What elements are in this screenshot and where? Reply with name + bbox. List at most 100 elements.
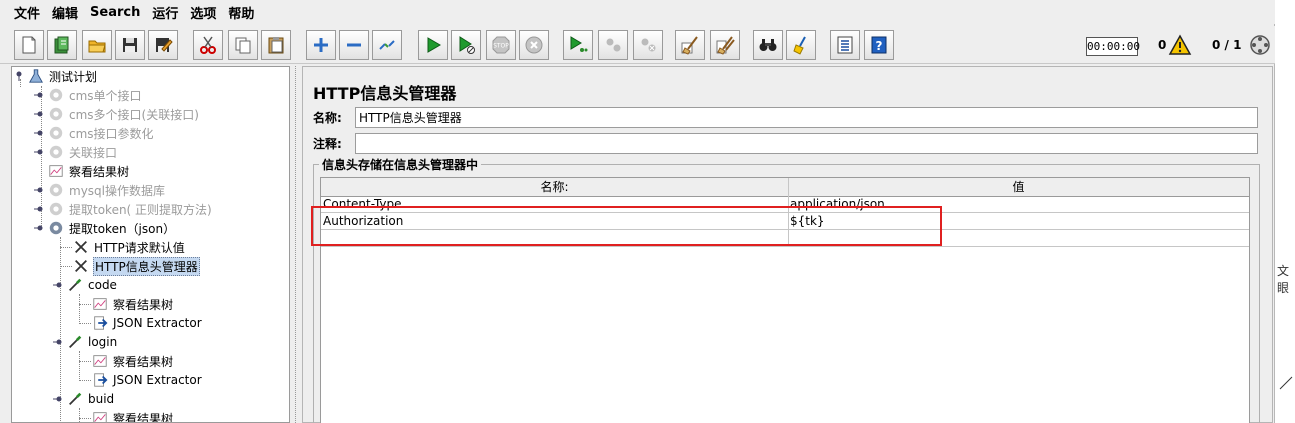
tree-item-thread-group[interactable]: 提取token( 正则提取方法)	[34, 200, 213, 218]
name-input[interactable]	[355, 107, 1258, 128]
stop-button[interactable]: STOP	[486, 30, 516, 60]
copy-button[interactable]	[228, 30, 258, 60]
menu-file[interactable]: 文件	[14, 3, 40, 22]
start-no-pause-button[interactable]	[451, 30, 481, 60]
tree-item-config[interactable]: HTTP信息头管理器	[72, 256, 200, 276]
gear-icon	[47, 86, 65, 104]
menu-help[interactable]: 帮助	[228, 3, 254, 22]
menu-edit[interactable]: 编辑	[52, 3, 78, 22]
header-name-cell[interactable]: Authorization	[321, 214, 788, 230]
search-button[interactable]	[753, 30, 783, 60]
tree-item-extractor[interactable]: JSON Extractor	[91, 371, 203, 389]
expand-button[interactable]	[306, 30, 336, 60]
column-header-value[interactable]: 值	[788, 178, 1249, 197]
tree-collapsed-handle-icon[interactable]	[34, 90, 44, 100]
tree-item-listener[interactable]: 察看结果树	[91, 352, 174, 370]
tree-item-config[interactable]: HTTP请求默认值	[72, 238, 186, 256]
tree-expanded-handle-icon[interactable]	[34, 223, 44, 233]
column-header-name[interactable]: 名称:	[321, 178, 788, 197]
header-name-cell[interactable]: Content-Type	[321, 197, 788, 213]
tree-expanded-handle-icon[interactable]	[14, 71, 24, 81]
tree-collapsed-handle-icon[interactable]	[34, 204, 44, 214]
table-row[interactable]: Content-Type application/json	[321, 197, 1249, 213]
shutdown-button[interactable]	[519, 30, 549, 60]
help-button[interactable]: ?	[864, 30, 894, 60]
start-button[interactable]	[418, 30, 448, 60]
gear-icon	[47, 105, 65, 123]
new-button[interactable]	[14, 30, 44, 60]
menu-run[interactable]: 运行	[152, 3, 178, 22]
tree-item-thread-group[interactable]: mysql操作数据库	[34, 181, 166, 199]
header-value-cell[interactable]: application/json	[788, 197, 1249, 213]
tree-item-listener[interactable]: 察看结果树	[91, 295, 174, 313]
tree-item-label: buid	[88, 392, 115, 406]
tree-collapsed-handle-icon[interactable]	[34, 185, 44, 195]
function-helper-button[interactable]	[830, 30, 860, 60]
tree-collapsed-handle-icon[interactable]	[34, 128, 44, 138]
tree-item-label: login	[88, 335, 118, 349]
comment-input[interactable]	[355, 133, 1258, 154]
clear-button[interactable]	[675, 30, 705, 60]
tree-item-listener[interactable]: 察看结果树	[47, 162, 130, 180]
background-window-edge	[1277, 0, 1295, 30]
tree-item-listener[interactable]: 察看结果树	[91, 409, 174, 422]
table-row[interactable]	[321, 231, 1249, 247]
paste-button[interactable]	[261, 30, 291, 60]
tree-item-sampler[interactable]: login	[53, 333, 118, 351]
open-folder-icon	[88, 40, 106, 53]
tree-item-label: 察看结果树	[113, 297, 174, 312]
panel-splitter[interactable]	[292, 66, 300, 423]
tree-item-label: 测试计划	[49, 69, 98, 84]
headers-table[interactable]: 名称: 值 Content-Type application/json Auth…	[320, 177, 1250, 423]
tree-item-label: 察看结果树	[113, 354, 174, 369]
new-file-icon	[22, 36, 36, 54]
test-plan-tree[interactable]: 测试计划 cms单个接口 cms多个接口(关联接口) cms接口参数化 关联接口…	[11, 66, 290, 423]
tree-expanded-handle-icon[interactable]	[53, 394, 63, 404]
tree-item-thread-group[interactable]: cms接口参数化	[34, 124, 155, 142]
clear-all-button[interactable]	[710, 30, 740, 60]
tree-item-label: cms接口参数化	[69, 126, 154, 141]
toggle-button[interactable]	[372, 30, 402, 60]
tree-connector	[79, 304, 91, 305]
tree-collapsed-handle-icon[interactable]	[34, 109, 44, 119]
header-value-cell[interactable]: ${tk}	[788, 214, 1249, 230]
tree-item-thread-group[interactable]: cms多个接口(关联接口)	[34, 105, 200, 123]
tree-item-extractor[interactable]: JSON Extractor	[91, 314, 203, 332]
reset-search-button[interactable]	[786, 30, 816, 60]
gear-icon	[47, 143, 65, 161]
table-row[interactable]: Authorization ${tk}	[321, 214, 1249, 230]
tree-item-thread-group[interactable]: cms单个接口	[34, 86, 143, 104]
warning-icon[interactable]	[1168, 34, 1192, 56]
remote-stop-icon	[606, 38, 621, 52]
remote-start-button[interactable]	[563, 30, 593, 60]
open-button[interactable]	[82, 30, 112, 60]
tree-item-thread-group[interactable]: 提取token（json）	[34, 219, 176, 237]
tree-item-label: HTTP请求默认值	[94, 240, 185, 255]
remote-shutdown-button[interactable]	[633, 30, 663, 60]
tree-connector	[79, 418, 91, 419]
tree-item-sampler[interactable]: code	[53, 276, 118, 294]
header-value-cell[interactable]	[788, 231, 1249, 247]
play-icon	[427, 37, 441, 53]
tree-expanded-handle-icon[interactable]	[53, 337, 63, 347]
tree-item-label: JSON Extractor	[113, 373, 202, 387]
paste-icon	[268, 37, 284, 54]
tree-collapsed-handle-icon[interactable]	[34, 147, 44, 157]
cut-button[interactable]	[193, 30, 223, 60]
save-button[interactable]	[115, 30, 145, 60]
header-name-cell[interactable]	[321, 231, 788, 247]
tree-expanded-handle-icon[interactable]	[53, 280, 63, 290]
save-as-button[interactable]	[148, 30, 178, 60]
tree-item-sampler[interactable]: buid	[53, 390, 115, 408]
menu-search[interactable]: Search	[90, 5, 140, 20]
tree-root[interactable]: 测试计划	[14, 67, 98, 85]
remote-stop-button[interactable]	[598, 30, 628, 60]
menu-options[interactable]: 选项	[190, 3, 216, 22]
gear-icon	[47, 219, 65, 237]
collapse-button[interactable]	[339, 30, 369, 60]
page-title: HTTP信息头管理器	[313, 84, 457, 103]
tree-item-thread-group[interactable]: 关联接口	[34, 143, 118, 161]
templates-button[interactable]	[47, 30, 77, 60]
flask-icon	[27, 67, 45, 85]
remote-status-icon	[1250, 35, 1270, 55]
